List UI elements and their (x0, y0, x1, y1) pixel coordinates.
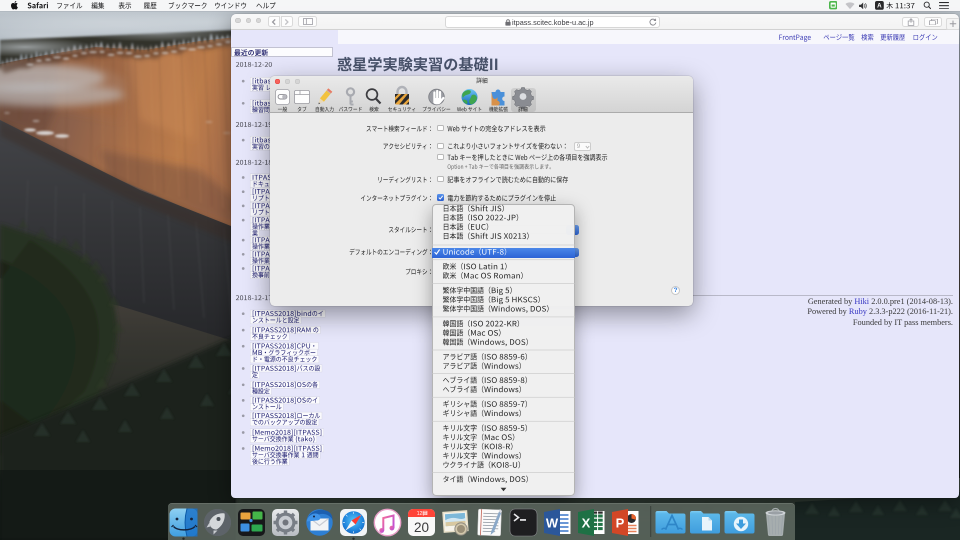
svg-text:A: A (877, 3, 882, 10)
